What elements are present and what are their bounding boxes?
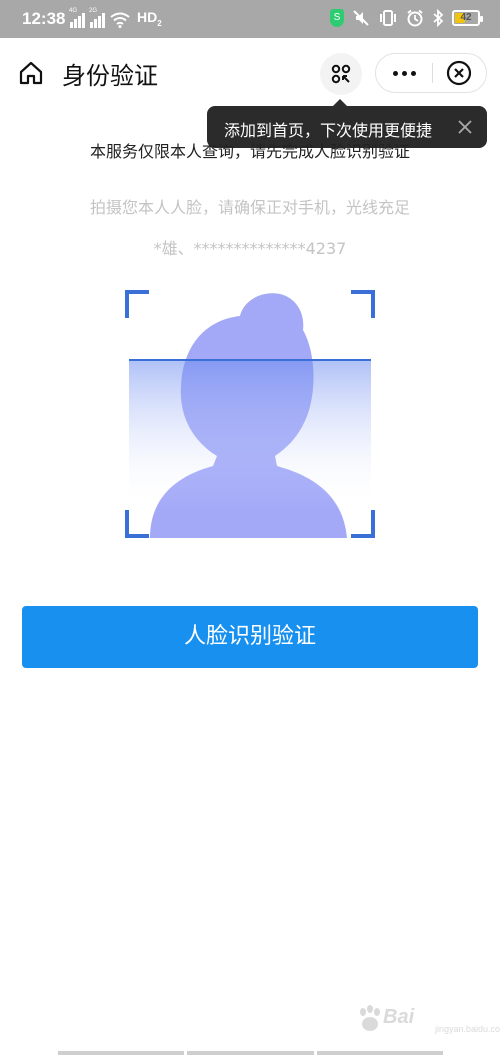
shield-icon: S (330, 9, 344, 27)
close-circle-icon[interactable] (446, 60, 472, 86)
nav-bar: 身份验证 (0, 38, 500, 106)
scan-icon (331, 64, 351, 84)
alarm-icon (407, 9, 423, 27)
more-dot-icon (401, 70, 407, 76)
signal-icon-2: 2G (89, 8, 105, 28)
baidu-watermark: Bai jingyan.baidu.com (355, 1000, 500, 1040)
page-title: 身份验证 (62, 62, 158, 90)
baidu-paw-icon (360, 1005, 380, 1031)
signal-1-label: 4G (69, 8, 78, 14)
more-button[interactable] (376, 54, 432, 92)
watermark-text: Bai (383, 1006, 415, 1028)
status-network-icons: 4G 2G HD2 (69, 8, 162, 28)
status-system-icons: S 42 (330, 9, 483, 27)
status-bar: 12:38 4G 2G HD2 S 42 (0, 0, 500, 38)
watermark-url: jingyan.baidu.com (435, 1024, 500, 1034)
more-dot-icon (410, 70, 416, 76)
battery-icon: 42 (452, 10, 483, 26)
status-time: 12:38 (22, 9, 66, 28)
more-dot-icon (392, 70, 398, 76)
capture-hint: 拍摄您本人人脸，请确保正对手机，光线充足 (89, 198, 410, 217)
face-avatar-icon (125, 290, 375, 538)
scan-button[interactable] (320, 53, 362, 95)
masked-user-id: *雄、**************4237 (153, 239, 347, 258)
bottom-divider (58, 1051, 443, 1055)
bluetooth-icon (433, 9, 444, 27)
network-type-label: HD2 (137, 9, 162, 28)
mini-program-capsule (375, 53, 487, 93)
face-scan-frame (125, 290, 375, 540)
battery-level: 42 (460, 12, 472, 23)
home-icon[interactable] (18, 60, 44, 86)
service-notice: 本服务仅限本人查询，请先完成人脸识别验证 (89, 142, 410, 161)
signal-2-label: 2G (89, 8, 98, 14)
signal-icon-1: 4G (69, 8, 85, 28)
capsule-divider (432, 63, 433, 83)
vibrate-icon (380, 10, 396, 26)
close-icon[interactable] (457, 119, 473, 135)
mute-icon (353, 10, 369, 26)
face-verify-button[interactable]: 人脸识别验证 (22, 606, 478, 668)
wifi-icon (110, 12, 130, 28)
